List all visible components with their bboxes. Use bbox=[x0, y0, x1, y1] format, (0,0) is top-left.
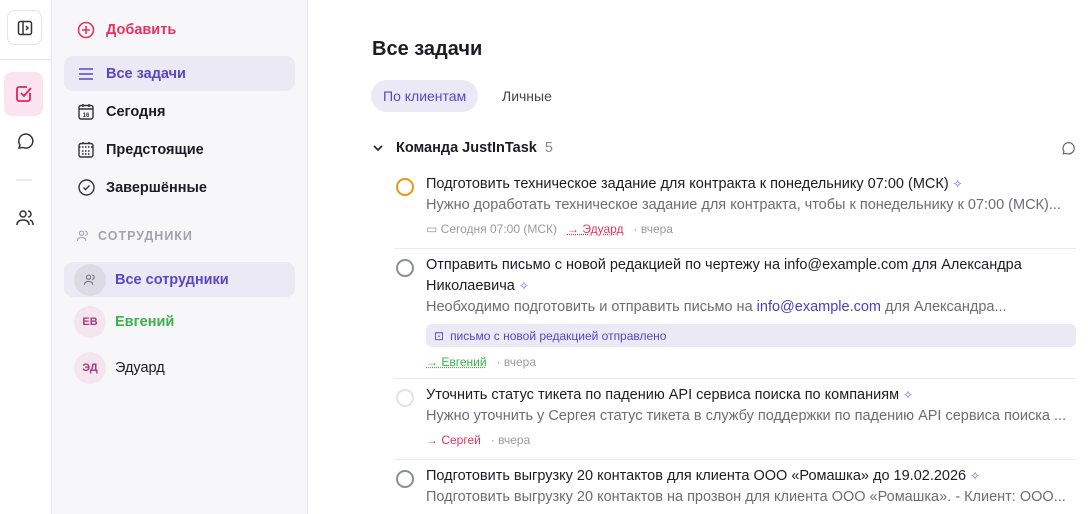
chat-icon bbox=[17, 132, 33, 149]
task-time: · вчера bbox=[633, 222, 673, 236]
task-description: Подготовить выгрузку 20 контактов на про… bbox=[426, 489, 1066, 505]
users-icon bbox=[15, 209, 34, 225]
sparkle-icon: ✧ bbox=[518, 279, 529, 293]
group-header[interactable]: Команда JustInTask 5 bbox=[372, 140, 1075, 156]
sidebar-item-label: Сегодня bbox=[106, 103, 166, 120]
sparkle-icon: ✧ bbox=[952, 177, 963, 191]
chevron-down-icon bbox=[373, 145, 383, 152]
users-icon bbox=[76, 230, 88, 241]
nav-team-button[interactable] bbox=[7, 200, 42, 235]
task-checkbox[interactable] bbox=[396, 259, 414, 277]
chip-label: письмо с новой редакцией отправлено bbox=[450, 328, 667, 343]
due-label: Сегодня 07:00 (МСК) bbox=[440, 222, 558, 236]
list-icon bbox=[76, 64, 96, 84]
page-title: Все задачи bbox=[372, 38, 483, 60]
svg-text:16: 16 bbox=[83, 113, 90, 119]
check-circle-icon bbox=[76, 178, 96, 198]
assignee-link[interactable]: → Сергей bbox=[426, 433, 481, 447]
email-link[interactable]: info@example.com bbox=[757, 299, 881, 315]
task-title: Подготовить техническое задание для конт… bbox=[426, 176, 949, 192]
task-description-end: для Александра... bbox=[881, 299, 1007, 315]
plus-circle-icon bbox=[76, 20, 96, 40]
sidebar-item-label: Все задачи bbox=[106, 65, 186, 82]
icon-rail bbox=[0, 0, 52, 514]
task-description: Необходимо подготовить и отправить письм… bbox=[426, 299, 757, 315]
sidebar-item-all-tasks[interactable]: Все задачи bbox=[64, 56, 295, 91]
task-row[interactable]: Подготовить техническое задание для конт… bbox=[394, 174, 1076, 249]
tab-by-clients[interactable]: По клиентам bbox=[371, 80, 479, 112]
sidebar-item-staff-eduard[interactable]: ЭД Эдуард bbox=[64, 350, 295, 386]
task-row[interactable]: Подготовить выгрузку 20 контактов для кл… bbox=[394, 466, 1076, 514]
calendar-icon bbox=[76, 140, 96, 160]
add-button[interactable]: Добавить bbox=[64, 12, 295, 47]
sidebar-toggle-icon bbox=[17, 20, 32, 35]
task-checkbox[interactable] bbox=[396, 389, 414, 407]
divider bbox=[16, 179, 32, 181]
sidebar: Добавить Все задачи 16 Сегодня Предстоящ… bbox=[52, 0, 308, 514]
sparkle-icon: ✧ bbox=[903, 388, 914, 402]
task-row[interactable]: Уточнить статус тикета по падению API се… bbox=[394, 385, 1076, 460]
sidebar-item-today[interactable]: 16 Сегодня bbox=[64, 94, 295, 129]
users-avatar-icon bbox=[74, 263, 106, 296]
calendar-today-icon: 16 bbox=[76, 102, 96, 122]
calendar-icon: ▭ bbox=[426, 222, 441, 236]
sidebar-item-all-staff[interactable]: Все сотрудники bbox=[64, 262, 295, 297]
group-name: Команда JustInTask bbox=[396, 140, 537, 156]
task-time: · вчера bbox=[490, 433, 531, 447]
robot-icon: ⊡ bbox=[434, 328, 445, 343]
task-checkbox[interactable] bbox=[396, 470, 414, 488]
staff-name: Евгений bbox=[115, 314, 175, 330]
task-row[interactable]: Отправить письмо с новой редакцией по че… bbox=[394, 255, 1076, 379]
avatar: ЕВ bbox=[74, 306, 106, 338]
task-title: Отправить письмо с новой редакцией по че… bbox=[426, 257, 1022, 294]
avatar: ЭД bbox=[74, 352, 106, 384]
sidebar-item-label: Все сотрудники bbox=[115, 271, 229, 288]
staff-name: Эдуард bbox=[115, 360, 165, 376]
sidebar-toggle-button[interactable] bbox=[7, 10, 42, 45]
task-time: · вчера bbox=[496, 355, 536, 369]
task-title: Подготовить выгрузку 20 контактов для кл… bbox=[426, 468, 967, 484]
main-content: Все задачи По клиентам Личные Команда Ju… bbox=[308, 0, 1088, 514]
nav-tasks-button[interactable] bbox=[4, 72, 43, 116]
sidebar-item-label: Предстоящие bbox=[106, 141, 204, 158]
assignee-link[interactable]: → Эдуард bbox=[567, 222, 624, 236]
task-checkbox[interactable] bbox=[396, 178, 414, 196]
assignee-link[interactable]: → Евгений bbox=[426, 355, 487, 369]
task-title: Уточнить статус тикета по падению API се… bbox=[426, 387, 900, 403]
due-date: ▭ Сегодня 07:00 (МСК) bbox=[426, 222, 557, 236]
sparkle-icon: ✧ bbox=[970, 469, 981, 483]
staff-section-header: СОТРУДНИКИ bbox=[76, 229, 193, 243]
task-description: Нужно уточнить у Сергея статус тикета в … bbox=[426, 408, 1067, 424]
sidebar-item-upcoming[interactable]: Предстоящие bbox=[64, 132, 295, 167]
divider bbox=[0, 59, 51, 60]
checkbox-icon bbox=[15, 86, 32, 102]
sidebar-item-label: Завершённые bbox=[106, 179, 207, 196]
group-count: 5 bbox=[544, 140, 553, 156]
sidebar-item-completed[interactable]: Завершённые bbox=[64, 170, 295, 205]
task-description: Нужно доработать техническое задание для… bbox=[426, 197, 1061, 213]
chat-icon[interactable] bbox=[1060, 141, 1076, 157]
section-label: СОТРУДНИКИ bbox=[98, 229, 193, 243]
add-label: Добавить bbox=[106, 21, 177, 38]
bot-status-chip: ⊡ письмо с новой редакцией отправлено bbox=[426, 324, 1076, 347]
sidebar-item-staff-evgeny[interactable]: ЕВ Евгений bbox=[64, 304, 295, 340]
nav-chat-button[interactable] bbox=[7, 124, 42, 159]
tab-personal[interactable]: Личные bbox=[490, 80, 564, 112]
